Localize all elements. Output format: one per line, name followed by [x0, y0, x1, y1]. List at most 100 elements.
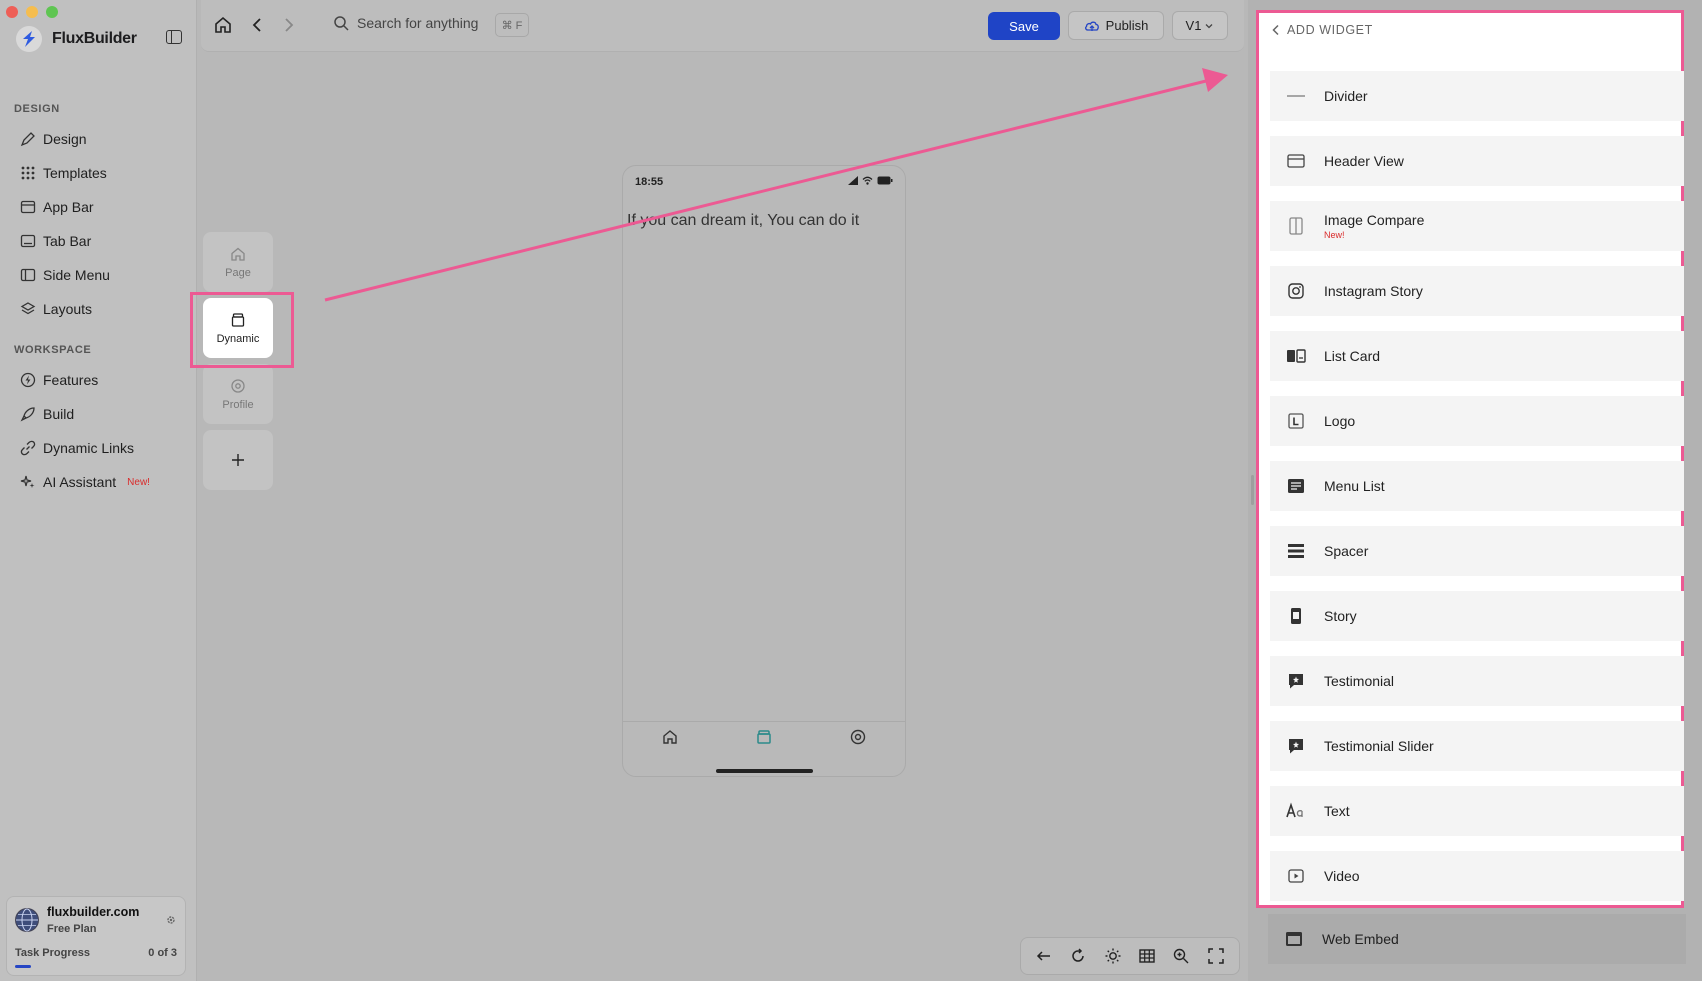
add-widget-panel: ADD WIDGET Divider Header View Image Com… [1256, 10, 1684, 908]
phone-status-icons [848, 176, 893, 185]
widget-menu-list[interactable]: Menu List [1270, 461, 1684, 511]
sidebar-item-app-bar[interactable]: App Bar [12, 190, 187, 224]
phone-time: 18:55 [635, 176, 664, 188]
gear-icon[interactable] [165, 914, 177, 926]
task-progress-fill [15, 965, 32, 968]
widget-testimonial[interactable]: Testimonial [1270, 656, 1684, 706]
video-icon [1288, 869, 1304, 883]
close-window-button[interactable] [6, 6, 18, 18]
testimonial-icon [1289, 674, 1303, 689]
box-icon[interactable] [755, 728, 773, 746]
back-icon[interactable] [247, 15, 267, 35]
widget-label: Testimonial [1324, 673, 1395, 689]
widget-header-view[interactable]: Header View [1270, 136, 1684, 186]
version-select[interactable]: V1 [1172, 11, 1228, 40]
widget-label: Logo [1324, 413, 1356, 429]
sidebar-item-build[interactable]: Build [12, 397, 187, 431]
app-bar-icon [20, 200, 36, 214]
widget-image-compare[interactable]: Image Compare New! [1270, 201, 1684, 251]
save-button[interactable]: Save [988, 12, 1060, 40]
panel-back-button[interactable]: ADD WIDGET [1271, 23, 1373, 37]
refresh-icon[interactable] [1069, 947, 1087, 965]
sidebar-toggle-icon[interactable] [166, 30, 182, 44]
link-icon [20, 440, 36, 456]
search-placeholder: Search for anything [357, 15, 479, 31]
grid-icon [21, 166, 35, 180]
search-box[interactable]: Search for anything [333, 15, 478, 31]
zoom-in-icon[interactable] [1172, 947, 1190, 965]
widget-testimonial-slider[interactable]: Testimonial Slider [1270, 721, 1684, 771]
sidebar-item-dynamic-links[interactable]: Dynamic Links [12, 431, 187, 465]
window-controls [6, 6, 58, 18]
widget-story[interactable]: Story [1270, 591, 1684, 641]
account-card[interactable]: fluxbuilder.com Free Plan Task Progress … [6, 896, 186, 976]
minimize-window-button[interactable] [26, 6, 38, 18]
publish-button[interactable]: Publish [1068, 11, 1164, 40]
sidebar-item-side-menu[interactable]: Side Menu [12, 258, 187, 292]
widget-label: Menu List [1324, 478, 1385, 494]
widget-logo[interactable]: Logo [1270, 396, 1684, 446]
page-tab-label: Page [225, 266, 251, 279]
sidebar-item-design[interactable]: Design [12, 122, 187, 156]
sidebar-item-label: Tab Bar [43, 233, 92, 249]
arrow-left-icon[interactable] [1035, 947, 1053, 965]
widget-label: Divider [1324, 88, 1368, 104]
sidebar-item-templates[interactable]: Templates [12, 156, 187, 190]
canvas-toolbar [1020, 937, 1240, 975]
home-indicator [716, 769, 813, 773]
header-view-icon [1287, 154, 1305, 168]
section-label-workspace: WORKSPACE [14, 344, 92, 356]
maximize-window-button[interactable] [46, 6, 58, 18]
grid-table-icon[interactable] [1138, 947, 1156, 965]
widget-list: Divider Header View Image Compare New! I… [1270, 71, 1684, 916]
widget-spacer[interactable]: Spacer [1270, 526, 1684, 576]
home-icon[interactable] [661, 728, 679, 746]
fullscreen-icon[interactable] [1207, 947, 1225, 965]
widget-label: Testimonial Slider [1324, 738, 1434, 754]
new-badge: New! [127, 476, 150, 488]
sun-icon[interactable] [1104, 947, 1122, 965]
resize-handle[interactable] [1251, 475, 1254, 505]
sidebar-item-tab-bar[interactable]: Tab Bar [12, 224, 187, 258]
sidebar: FluxBuilder DESIGN Design Templates App … [0, 0, 197, 981]
panel-title: ADD WIDGET [1287, 23, 1373, 37]
sidebar-item-ai-assistant[interactable]: AI Assistant New! [12, 465, 187, 499]
widget-text[interactable]: Text [1270, 786, 1684, 836]
plus-icon [232, 454, 244, 466]
phone-tab-bar-divider [623, 721, 905, 722]
widget-divider[interactable]: Divider [1270, 71, 1684, 121]
sidebar-item-label: Side Menu [43, 267, 110, 283]
chevron-down-icon [1205, 23, 1213, 28]
widget-list-card[interactable]: List Card [1270, 331, 1684, 381]
sidebar-item-label: Templates [43, 165, 107, 181]
page-tab-page[interactable]: Page [203, 232, 273, 292]
profile-icon [231, 378, 245, 393]
widget-label: List Card [1324, 348, 1381, 364]
sidebar-item-label: Build [43, 406, 75, 422]
list-card-icon [1287, 349, 1306, 363]
page-tab-profile[interactable]: Profile [203, 364, 273, 424]
sidebar-item-features[interactable]: Features [12, 363, 187, 397]
add-page-button[interactable] [203, 430, 273, 490]
widget-instagram-story[interactable]: Instagram Story [1270, 266, 1684, 316]
forward-icon[interactable] [279, 15, 299, 35]
sidebar-item-label: Design [43, 131, 87, 147]
instagram-icon [1288, 283, 1304, 299]
signal-icon [848, 176, 858, 185]
menu-list-icon [1288, 479, 1304, 493]
home-icon[interactable] [213, 15, 233, 35]
widget-video[interactable]: Video [1270, 851, 1684, 901]
phone-preview: 18:55 If you can dream it, You can do it [622, 165, 906, 777]
pen-icon [20, 132, 35, 147]
chevron-left-icon [1272, 24, 1279, 36]
profile-icon[interactable] [849, 728, 867, 746]
home-icon [231, 247, 245, 261]
widget-web-embed[interactable]: Web Embed [1268, 914, 1686, 964]
widget-label: Instagram Story [1324, 283, 1423, 299]
sidebar-item-layouts[interactable]: Layouts [12, 292, 187, 326]
workspace-nav: Features Build Dynamic Links AI Assistan… [12, 363, 187, 499]
phone-quote-text: If you can dream it, You can do it [627, 212, 860, 229]
sidebar-item-label: App Bar [43, 199, 94, 215]
globe-icon [15, 908, 39, 932]
search-icon [334, 16, 349, 31]
